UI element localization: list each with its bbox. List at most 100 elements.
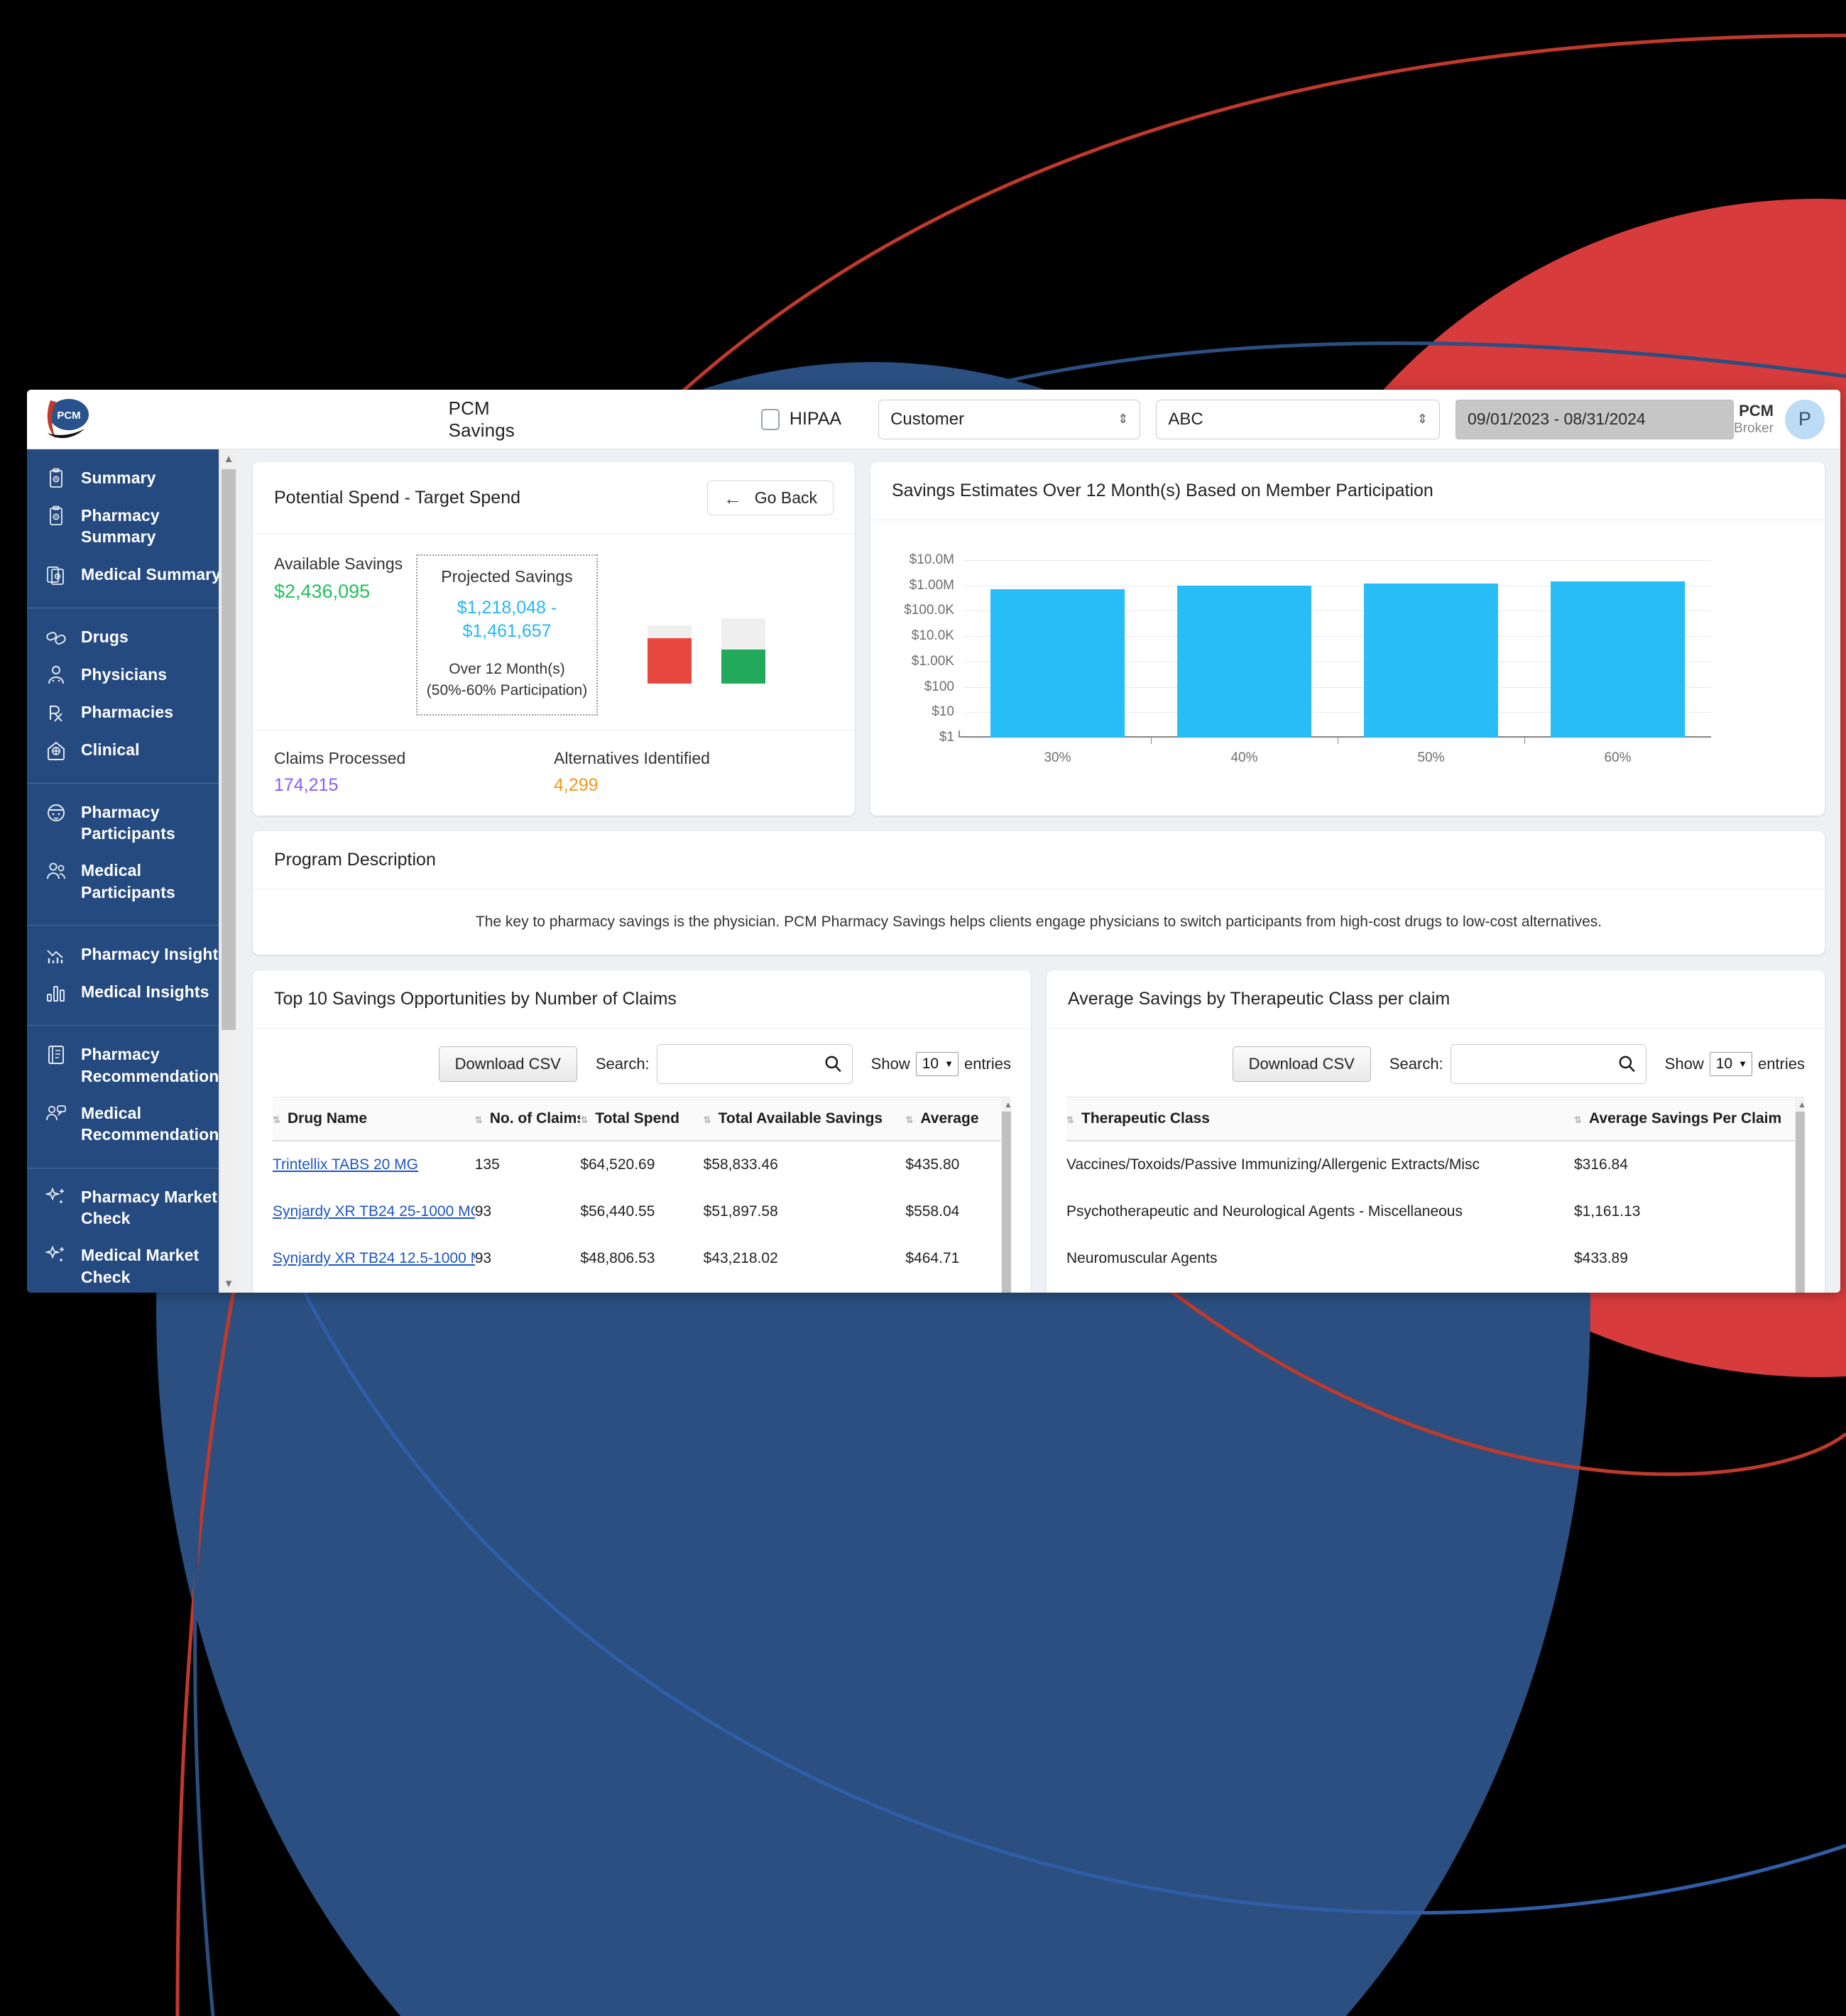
sidebar-item-physicians[interactable]: Physicians — [27, 656, 237, 694]
table-cell: $56,440.55 — [580, 1203, 655, 1220]
show-label-left: Show — [870, 1054, 910, 1073]
go-back-button[interactable]: ← Go Back — [706, 481, 834, 515]
sidebar-item-summary[interactable]: Summary — [27, 459, 237, 497]
chart-bar[interactable] — [1176, 586, 1312, 738]
sidebar-item-pharmacy-summary[interactable]: Pharmacy Summary — [27, 497, 237, 556]
table-cell: $435.80 — [905, 1156, 960, 1173]
sidebar-item-medical-market-check[interactable]: Medical Market Check — [27, 1237, 237, 1293]
table-row: Vaccines/Toxoids/Passive Immunizing/Alle… — [1066, 1141, 1805, 1188]
table-scrollbar-left[interactable]: ▲ — [1001, 1097, 1011, 1293]
alternatives-identified-label: Alternatives Identified — [554, 748, 710, 767]
sidebar-item-medical-participants[interactable]: Medical Participants — [27, 852, 237, 911]
chart-bar[interactable] — [1550, 581, 1686, 738]
sidebar-item-label: Pharmacy Participants — [81, 802, 175, 843]
download-csv-button-left[interactable]: Download CSV — [438, 1046, 577, 1082]
search-input-left[interactable] — [656, 1043, 853, 1084]
scroll-up-icon[interactable]: ▲ — [1001, 1097, 1011, 1112]
avatar[interactable]: P — [1785, 399, 1825, 439]
scroll-up-icon[interactable]: ▲ — [1795, 1097, 1805, 1112]
pcm-logo[interactable]: PCM — [27, 398, 108, 442]
sidebar-item-pharmacy-participants[interactable]: Pharmacy Participants — [27, 794, 237, 853]
table-row: Synjardy XR TB24 25-1000 MG 93 $56,440.55 $… — [273, 1188, 1011, 1235]
drug-name-link[interactable]: Synjardy XR TB24 12.5-1000 MG — [273, 1250, 475, 1266]
column-header-label: Therapeutic Class — [1081, 1110, 1210, 1127]
sidebar-group: Pharmacy Market Check Medical Market Chec… — [27, 1168, 237, 1293]
column-header[interactable]: ⇅ Total Available Savings — [703, 1097, 906, 1141]
sidebar-item-pharmacy-recommendations[interactable]: Pharmacy Recommendations — [27, 1036, 237, 1095]
entries-select-right[interactable]: 10 ▼ — [1709, 1051, 1752, 1076]
chart-bar[interactable] — [990, 588, 1125, 738]
y-axis-tick-label: $1.00K — [911, 653, 954, 669]
user-menu[interactable]: PCM Broker P — [1734, 399, 1825, 439]
avg-savings-table: ⇅ Therapeutic Class ⇅ Average Savings Per C… — [1066, 1097, 1805, 1293]
table-cell[interactable]: Synjardy XR TB24 12.5-1000 MG — [273, 1235, 475, 1282]
table-scroll-thumb-right[interactable] — [1796, 1111, 1805, 1293]
table-cell[interactable]: Synjardy TABS 12.5-1000 MG — [273, 1282, 475, 1293]
table-cell: $433.89 — [1574, 1249, 1628, 1266]
book-icon — [45, 1044, 67, 1065]
sidebar-scroll-thumb[interactable] — [222, 469, 236, 1030]
search-input-right[interactable] — [1450, 1043, 1646, 1084]
column-header-label: Drug Name — [288, 1110, 368, 1127]
customer-select[interactable]: Customer ⇕ — [878, 399, 1141, 439]
column-header[interactable]: ⇅ Drug Name — [273, 1097, 475, 1141]
sidebar-item-label: Pharmacy Market Check — [81, 1187, 217, 1227]
sidebar-item-clinical[interactable]: Clinical — [27, 731, 237, 769]
show-label-right: Show — [1664, 1054, 1704, 1073]
sidebar-item-medical-insights[interactable]: Medical Insights — [27, 973, 237, 1011]
drug-name-link[interactable]: Trintellix TABS 20 MG — [273, 1156, 418, 1173]
client-select[interactable]: ABC ⇕ — [1156, 399, 1440, 439]
program-description-card: Program Description The key to pharmacy … — [253, 831, 1825, 955]
y-axis-line — [958, 730, 960, 738]
scroll-down-icon[interactable]: ▼ — [219, 1274, 237, 1293]
sidebar-item-pharmacy-market-check[interactable]: Pharmacy Market Check — [27, 1178, 237, 1237]
date-range-input[interactable]: 09/01/2023 - 08/31/2024 — [1455, 399, 1735, 439]
sidebar-item-label: Pharmacy Recommendations — [81, 1045, 229, 1085]
clipboard-gear-icon — [45, 468, 67, 489]
claims-processed-label: Claims Processed — [274, 748, 406, 767]
projected-savings-label: Projected Savings — [441, 567, 573, 586]
chart-bar[interactable] — [1363, 583, 1499, 738]
sidebar-item-label: Medical Market Check — [81, 1246, 200, 1286]
app-title: PCM Savings — [448, 397, 515, 441]
table-scroll-thumb-left[interactable] — [1002, 1111, 1011, 1293]
table-scrollbar-right[interactable]: ▲ — [1795, 1097, 1805, 1293]
scroll-up-icon[interactable]: ▲ — [219, 449, 237, 468]
download-csv-button-right[interactable]: Download CSV — [1232, 1046, 1371, 1082]
table-cell: $38,919.22 — [704, 1282, 906, 1293]
projected-savings-value: $1,218,048 - $1,461,657 — [457, 598, 557, 641]
column-header[interactable]: ⇅ Average Savings Per Claim — [1574, 1097, 1805, 1141]
arrow-left-icon: ← — [723, 487, 742, 509]
column-header[interactable]: ⇅ Average — [905, 1097, 1011, 1141]
alternatives-identified-value: 4,299 — [554, 774, 599, 795]
x-axis-tick-mark — [1524, 738, 1525, 744]
people-chat-icon — [45, 1103, 67, 1124]
column-header-label: Total Available Savings — [718, 1110, 883, 1127]
sidebar-item-medical-summary[interactable]: Medical Summary — [27, 556, 237, 593]
table-cell[interactable]: Trintellix TABS 20 MG — [273, 1141, 475, 1188]
y-axis-tick-label: $100 — [924, 679, 954, 694]
sparkle-icon — [45, 1187, 67, 1208]
column-header[interactable]: ⇅ Therapeutic Class — [1066, 1097, 1574, 1141]
table-cell: Neuromuscular Agents — [1066, 1249, 1218, 1266]
sidebar-item-pharmacy-insights[interactable]: Pharmacy Insights — [27, 936, 237, 973]
potential-spend-body: Available Savings $2,436,095 Projected S… — [253, 535, 855, 730]
top-savings-table-wrap: ⇅ Drug Name ⇅ No. of Claims ⇅ Total Spend ⇅ Tot… — [273, 1096, 1011, 1293]
entries-select-left[interactable]: 10 ▼ — [915, 1051, 958, 1076]
sidebar-item-label: Clinical — [81, 740, 140, 759]
sidebar-item-pharmacies[interactable]: Pharmacies — [27, 694, 237, 731]
sidebar-item-medical-recommendations[interactable]: Medical Recommendations — [27, 1095, 237, 1154]
column-header[interactable]: ⇅ No. of Claims — [474, 1097, 581, 1141]
column-header[interactable]: ⇅ Total Spend — [580, 1097, 704, 1141]
sidebar-scrollbar[interactable]: ▲ ▼ — [219, 449, 237, 1293]
hipaa-label: HIPAA — [789, 409, 842, 429]
hipaa-toggle[interactable]: HIPAA — [760, 408, 842, 430]
hipaa-checkbox[interactable] — [760, 408, 780, 430]
table-cell[interactable]: Synjardy XR TB24 25-1000 MG — [273, 1188, 475, 1235]
pills-icon — [45, 627, 67, 648]
table-cell: Psychotherapeutic and Neurological Agent… — [1066, 1203, 1463, 1220]
y-axis-tick-label: $10.0M — [909, 552, 954, 567]
sidebar-group: Pharmacy Participants Medical Participant… — [27, 784, 237, 926]
sidebar-item-drugs[interactable]: Drugs — [27, 618, 237, 656]
drug-name-link[interactable]: Synjardy XR TB24 25-1000 MG — [273, 1203, 475, 1220]
